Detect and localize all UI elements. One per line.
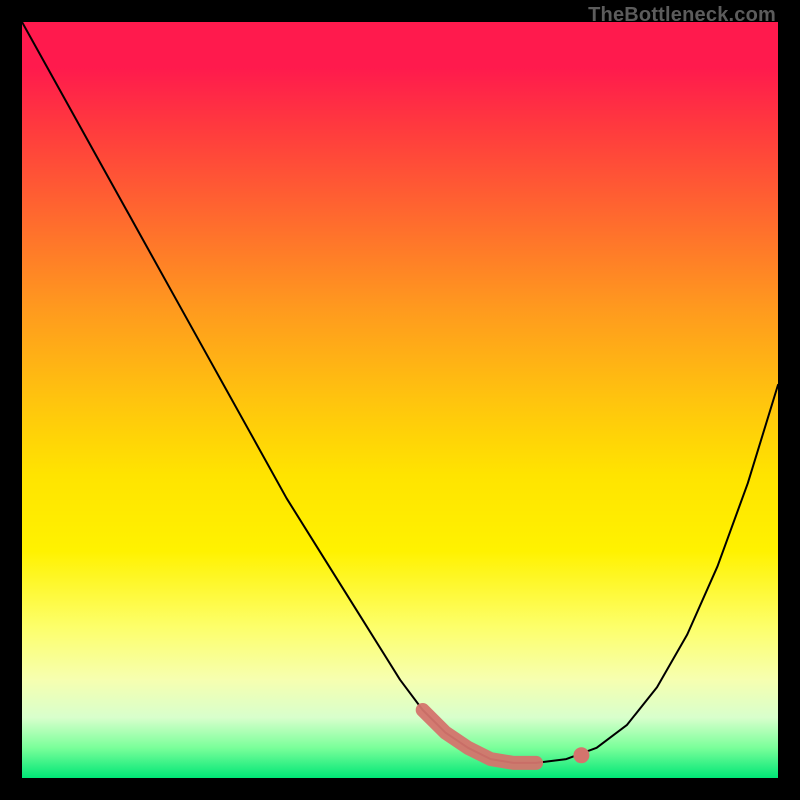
plot-area [22, 22, 778, 778]
chart-frame: TheBottleneck.com [0, 0, 800, 800]
curve-svg [22, 22, 778, 778]
bottleneck-curve [22, 22, 778, 763]
optimal-range-highlight [423, 710, 536, 763]
highlight-dot [573, 747, 589, 763]
